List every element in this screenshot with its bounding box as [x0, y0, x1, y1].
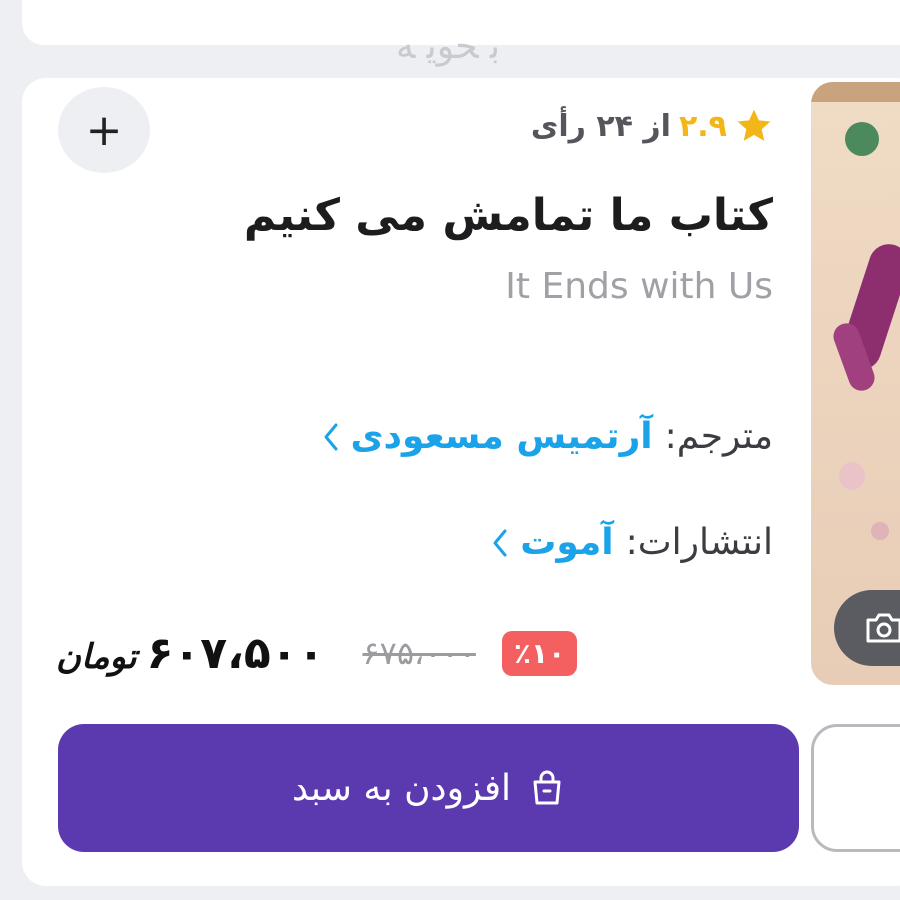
cover-petal-2	[871, 522, 889, 540]
plus-icon: +	[85, 104, 123, 156]
cover-petal	[839, 462, 865, 490]
chevron-left-icon	[492, 528, 508, 558]
add-to-cart-button[interactable]: افزودن به سبد	[58, 724, 799, 852]
shopping-bag-icon	[529, 769, 565, 807]
price-area: تومان ۶۰۷،۵۰۰ ۶۷۵،۰۰۰ ٪۱۰	[56, 618, 646, 688]
rating: از ۲۴ رأی ۲.۹	[531, 108, 773, 144]
currency-unit: تومان	[56, 636, 137, 677]
product-card: + از ۲۴ رأی ۲.۹ کتاب ما تمامش می کنیم It…	[22, 78, 900, 886]
final-price: تومان ۶۰۷،۵۰۰	[56, 628, 324, 679]
publisher-row[interactable]: انتشارات: آموت	[492, 522, 773, 563]
publisher-link[interactable]: آموت	[520, 522, 613, 563]
discount-badge: ٪۱۰	[501, 630, 578, 676]
add-to-cart-label: افزودن به سبد	[291, 767, 512, 809]
book-original-title: It Ends with Us	[505, 266, 773, 307]
add-to-list-button[interactable]: +	[58, 87, 150, 173]
cover-badge	[845, 122, 879, 156]
cover-band	[811, 82, 900, 102]
final-price-value: ۶۰۷،۵۰۰	[146, 627, 325, 679]
top-card: ﺑ ﺤﻮﯾ ﻪ	[22, 0, 900, 67]
top-card-partial-text: ﺑ ﺤﻮﯾ ﻪ	[395, 26, 500, 67]
star-icon	[735, 108, 773, 144]
camera-button[interactable]	[834, 590, 900, 666]
camera-icon	[866, 613, 900, 643]
translator-link[interactable]: آرتمیس مسعودی	[351, 416, 653, 457]
translator-row[interactable]: مترجم: آرتمیس مسعودی	[323, 416, 773, 457]
chevron-left-icon	[323, 422, 339, 452]
old-price: ۶۷۵،۰۰۰	[362, 634, 476, 672]
book-title: کتاب ما تمامش می کنیم	[243, 190, 773, 241]
publisher-label: انتشارات:	[625, 522, 773, 563]
secondary-action-button[interactable]	[811, 724, 900, 852]
rating-score: ۲.۹	[678, 108, 727, 144]
translator-label: مترجم:	[664, 416, 773, 457]
rating-votes: از ۲۴ رأی	[530, 108, 671, 144]
